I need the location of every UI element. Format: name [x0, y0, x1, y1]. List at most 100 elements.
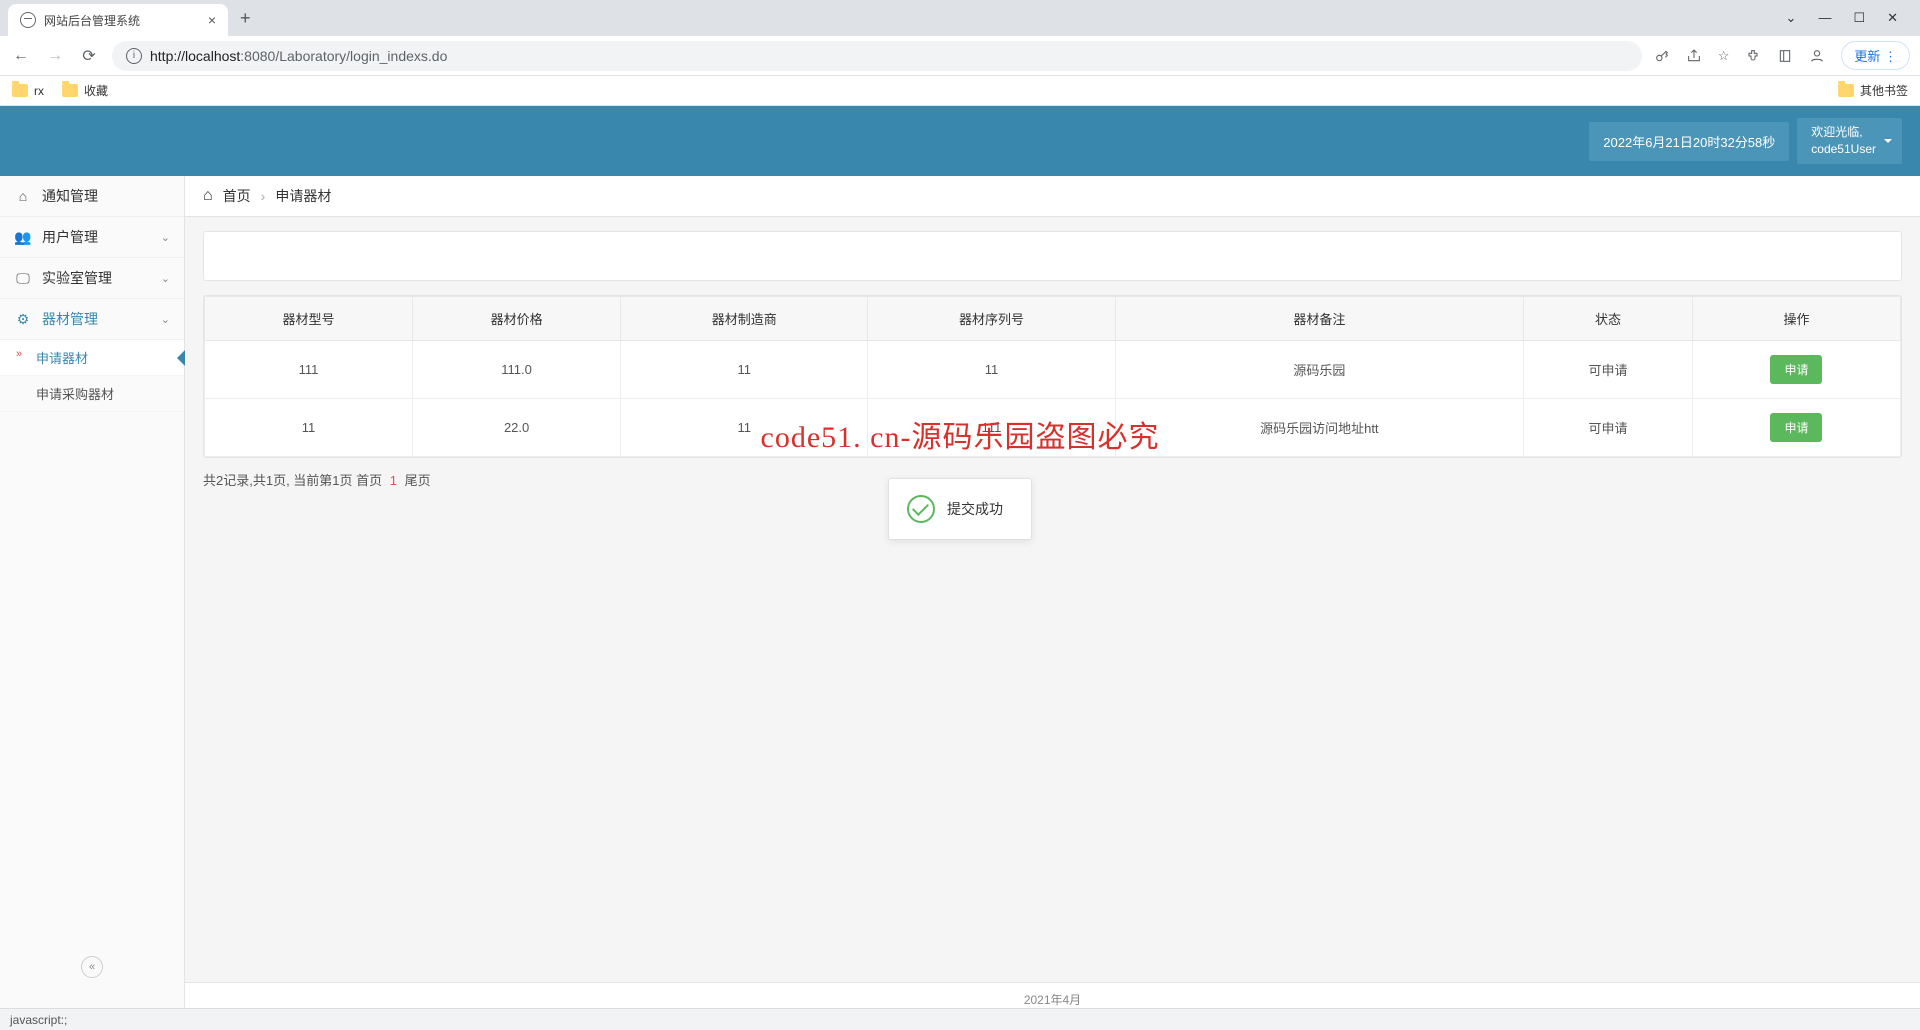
table-row: 111 111.0 11 11 源码乐园 可申请 申请: [205, 341, 1901, 399]
th-status: 状态: [1524, 297, 1693, 341]
gear-icon: ⚙: [14, 310, 32, 328]
globe-icon: [20, 12, 36, 28]
cell-price: 111.0: [413, 341, 621, 399]
bookmark-rx[interactable]: rx: [12, 84, 44, 98]
welcome-label: 欢迎光临,: [1811, 124, 1876, 141]
cell-status: 可申请: [1524, 341, 1693, 399]
pager-last[interactable]: 尾页: [405, 473, 431, 488]
cell-model: 111: [205, 341, 413, 399]
profile-icon[interactable]: [1809, 48, 1825, 64]
filter-panel: [203, 231, 1902, 281]
address-bar[interactable]: i http://localhost:8080/Laboratory/login…: [112, 41, 1642, 71]
cell-maker: 11: [621, 341, 868, 399]
breadcrumb-current: 申请器材: [275, 186, 331, 206]
update-button[interactable]: 更新 ⋮: [1841, 41, 1910, 70]
bookmarks-bar: rx 收藏 其他书签: [0, 76, 1920, 106]
sidebar-item-label: 用户管理: [42, 227, 98, 247]
cell-model: 11: [205, 399, 413, 457]
table-header-row: 器材型号 器材价格 器材制造商 器材序列号 器材备注 状态 操作: [205, 297, 1901, 341]
sidebar-item-label: 实验室管理: [42, 268, 112, 288]
chevron-left-icon: «: [81, 956, 103, 978]
key-icon[interactable]: [1654, 48, 1670, 64]
chevron-down-icon: ⌄: [161, 272, 170, 285]
cell-action: 申请: [1692, 399, 1900, 457]
sidebar-item-user[interactable]: 👥 用户管理 ⌄: [0, 217, 184, 258]
app-root: 2022年6月21日20时32分58秒 欢迎光临, code51User ⌂ 通…: [0, 106, 1920, 1008]
th-price: 器材价格: [413, 297, 621, 341]
datetime-display: 2022年6月21日20时32分58秒: [1589, 122, 1789, 161]
sidebar-item-label: 申请采购器材: [36, 387, 114, 402]
chevron-down-icon: ⌄: [161, 313, 170, 326]
main-content: ⌂ 首页 › 申请器材 器材型号 器材价格 器材制造商 器材序列号 器材备注: [185, 176, 1920, 1008]
page-1[interactable]: 1: [390, 473, 397, 488]
reload-button[interactable]: ⟳: [78, 46, 100, 66]
apply-button[interactable]: 申请: [1770, 355, 1822, 384]
chevron-right-icon: ›: [261, 188, 266, 204]
cell-serial: 11: [868, 341, 1115, 399]
browser-chrome: 网站后台管理系统 × + ⌄ ― ☐ ✕ ← → ⟳ i http://loca…: [0, 0, 1920, 106]
cell-note: 源码乐园: [1115, 341, 1523, 399]
folder-icon: [12, 84, 28, 97]
other-bookmarks[interactable]: 其他书签: [1838, 82, 1908, 99]
sidebar: ⌂ 通知管理 👥 用户管理 ⌄ 🖵 实验室管理 ⌄ ⚙ 器材管理 ⌄ 申请器材: [0, 176, 185, 1008]
cell-maker: 11: [621, 399, 868, 457]
users-icon: 👥: [14, 228, 32, 246]
extensions-icon[interactable]: [1745, 48, 1761, 64]
th-action: 操作: [1692, 297, 1900, 341]
url-bar: ← → ⟳ i http://localhost:8080/Laboratory…: [0, 36, 1920, 76]
sidebar-sub-apply[interactable]: 申请器材: [0, 340, 184, 376]
window-controls: ⌄ ― ☐ ✕: [1786, 10, 1912, 26]
cell-price: 22.0: [413, 399, 621, 457]
cell-status: 可申请: [1524, 399, 1693, 457]
sidebar-sub-purchase[interactable]: 申请采购器材: [0, 376, 184, 412]
share-icon[interactable]: [1686, 48, 1702, 64]
sidebar-item-lab[interactable]: 🖵 实验室管理 ⌄: [0, 258, 184, 299]
breadcrumb-home[interactable]: 首页: [223, 186, 251, 206]
th-model: 器材型号: [205, 297, 413, 341]
star-icon[interactable]: ☆: [1718, 48, 1730, 64]
th-note: 器材备注: [1115, 297, 1523, 341]
cell-note: 源码乐园访问地址htt: [1115, 399, 1523, 457]
chevron-down-icon[interactable]: ⌄: [1786, 10, 1797, 26]
close-icon[interactable]: ×: [208, 12, 216, 28]
site-info-icon[interactable]: i: [126, 48, 142, 64]
toast-message: 提交成功: [947, 499, 1003, 519]
sidebar-item-label: 申请器材: [36, 351, 88, 366]
forward-button[interactable]: →: [44, 47, 66, 65]
minimize-icon[interactable]: ―: [1818, 10, 1831, 26]
maximize-icon[interactable]: ☐: [1853, 10, 1865, 26]
browser-tab[interactable]: 网站后台管理系统 ×: [8, 4, 228, 36]
sidebar-item-equip[interactable]: ⚙ 器材管理 ⌄: [0, 299, 184, 340]
th-maker: 器材制造商: [621, 297, 868, 341]
pagination: 共2记录,共1页, 当前第1页 首页 1 尾页: [203, 470, 1902, 489]
sidebar-collapse[interactable]: «: [0, 946, 184, 1008]
user-menu[interactable]: 欢迎光临, code51User: [1797, 118, 1902, 164]
url-text: http://localhost:8080/Laboratory/login_i…: [150, 48, 447, 64]
reader-icon[interactable]: [1777, 48, 1793, 64]
username-label: code51User: [1811, 141, 1876, 158]
new-tab-button[interactable]: +: [240, 8, 251, 29]
breadcrumb: ⌂ 首页 › 申请器材: [185, 176, 1920, 217]
home-icon: ⌂: [14, 187, 32, 205]
equipment-table: 器材型号 器材价格 器材制造商 器材序列号 器材备注 状态 操作 111 111: [203, 295, 1902, 458]
sidebar-item-notice[interactable]: ⌂ 通知管理: [0, 176, 184, 217]
close-window-icon[interactable]: ✕: [1887, 10, 1898, 26]
home-icon: ⌂: [203, 187, 213, 205]
page-footer: 2021年4月: [185, 982, 1920, 1008]
folder-icon: [1838, 84, 1854, 97]
top-banner: 2022年6月21日20时32分58秒 欢迎光临, code51User: [0, 106, 1920, 176]
cell-serial: 111: [868, 399, 1115, 457]
tab-title: 网站后台管理系统: [44, 12, 140, 29]
apply-button[interactable]: 申请: [1770, 413, 1822, 442]
th-serial: 器材序列号: [868, 297, 1115, 341]
tab-bar: 网站后台管理系统 × + ⌄ ― ☐ ✕: [0, 0, 1920, 36]
bookmark-fav[interactable]: 收藏: [62, 82, 108, 99]
chevron-down-icon: ⌄: [161, 231, 170, 244]
browser-status-bar: javascript:;: [0, 1008, 1920, 1030]
monitor-icon: 🖵: [14, 269, 32, 287]
table-row: 11 22.0 11 111 源码乐园访问地址htt 可申请 申请: [205, 399, 1901, 457]
pager-summary: 共2记录,共1页, 当前第1页 首页: [203, 473, 382, 488]
back-button[interactable]: ←: [10, 47, 32, 65]
success-toast: 提交成功: [888, 478, 1032, 540]
check-circle-icon: [907, 495, 935, 523]
